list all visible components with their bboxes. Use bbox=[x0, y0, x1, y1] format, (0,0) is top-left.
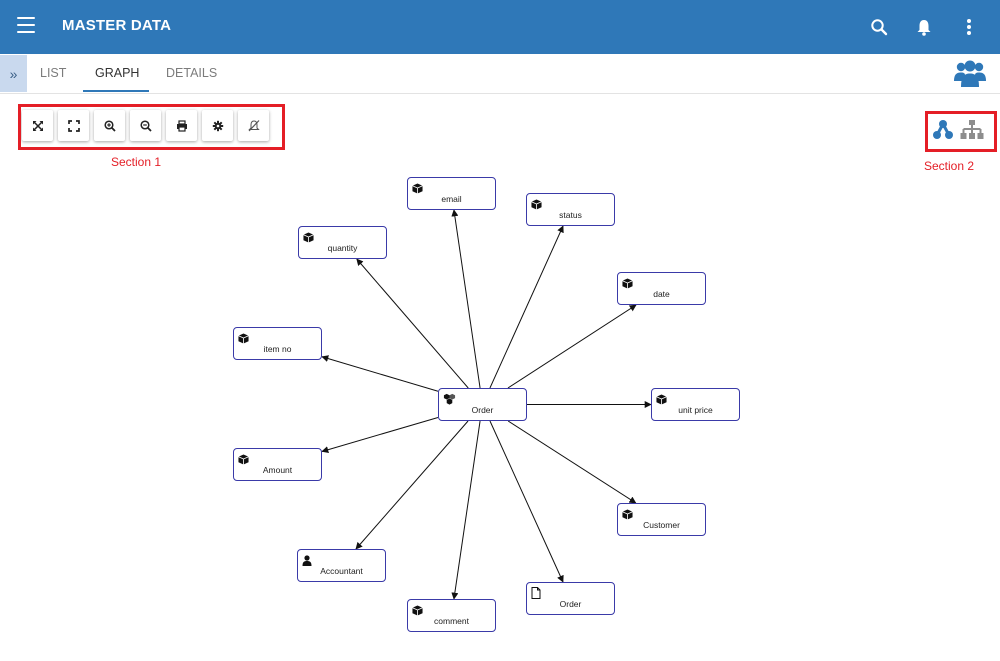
cube-icon bbox=[531, 197, 542, 210]
node-item-no[interactable]: item no bbox=[233, 327, 322, 360]
person-icon bbox=[302, 553, 313, 566]
hierarchy-layout-button[interactable] bbox=[960, 118, 984, 142]
cube-icon bbox=[238, 331, 249, 344]
hierarchy-layout-icon bbox=[960, 120, 984, 139]
edge-to-status bbox=[489, 225, 564, 389]
cube-icon bbox=[622, 276, 633, 289]
node-label: unit price bbox=[678, 405, 713, 415]
cube-icon bbox=[622, 507, 633, 520]
edge-to-comment bbox=[451, 420, 481, 600]
node-customer[interactable]: Customer bbox=[617, 503, 706, 536]
section-2-label: Section 2 bbox=[924, 159, 975, 173]
node-label: date bbox=[653, 289, 670, 299]
node-label: Order bbox=[559, 599, 582, 609]
node-order-center[interactable]: Order bbox=[438, 388, 527, 421]
edge-to-order-doc bbox=[489, 420, 564, 583]
node-label: status bbox=[559, 210, 582, 220]
cube-icon bbox=[412, 603, 423, 616]
section-1-highlight bbox=[18, 104, 285, 150]
node-unit-price[interactable]: unit price bbox=[651, 388, 740, 421]
section-1-label: Section 1 bbox=[111, 155, 162, 169]
node-label: quantity bbox=[327, 243, 358, 253]
graph-canvas bbox=[321, 209, 652, 600]
node-status[interactable]: status bbox=[526, 193, 615, 226]
node-label: Accountant bbox=[320, 566, 363, 576]
edge-to-quantity bbox=[356, 258, 469, 389]
edge-to-accountant bbox=[355, 420, 469, 550]
node-order-doc[interactable]: Order bbox=[526, 582, 615, 615]
edge-to-item-no bbox=[321, 355, 439, 392]
edge-to-email bbox=[451, 209, 481, 389]
node-label: email bbox=[441, 194, 462, 204]
node-label: comment bbox=[434, 616, 469, 626]
cube-icon bbox=[303, 230, 314, 243]
edge-to-customer bbox=[507, 420, 637, 504]
entity-group-icon bbox=[443, 392, 456, 405]
node-quantity[interactable]: quantity bbox=[298, 226, 387, 259]
document-icon bbox=[531, 586, 542, 599]
cube-icon bbox=[412, 181, 423, 194]
node-label: Order bbox=[471, 405, 494, 415]
node-label: Amount bbox=[262, 465, 293, 475]
node-label: Customer bbox=[643, 520, 680, 530]
edge-to-amount bbox=[321, 417, 439, 454]
node-comment[interactable]: comment bbox=[407, 599, 496, 632]
node-amount[interactable]: Amount bbox=[233, 448, 322, 481]
edge-to-date bbox=[507, 304, 637, 389]
node-label: item no bbox=[263, 344, 292, 354]
cube-icon bbox=[238, 452, 249, 465]
node-date[interactable]: date bbox=[617, 272, 706, 305]
node-email[interactable]: email bbox=[407, 177, 496, 210]
node-accountant[interactable]: Accountant bbox=[297, 549, 386, 582]
cube-icon bbox=[656, 392, 667, 405]
network-layout-icon bbox=[933, 120, 953, 139]
network-layout-button[interactable] bbox=[931, 118, 955, 142]
